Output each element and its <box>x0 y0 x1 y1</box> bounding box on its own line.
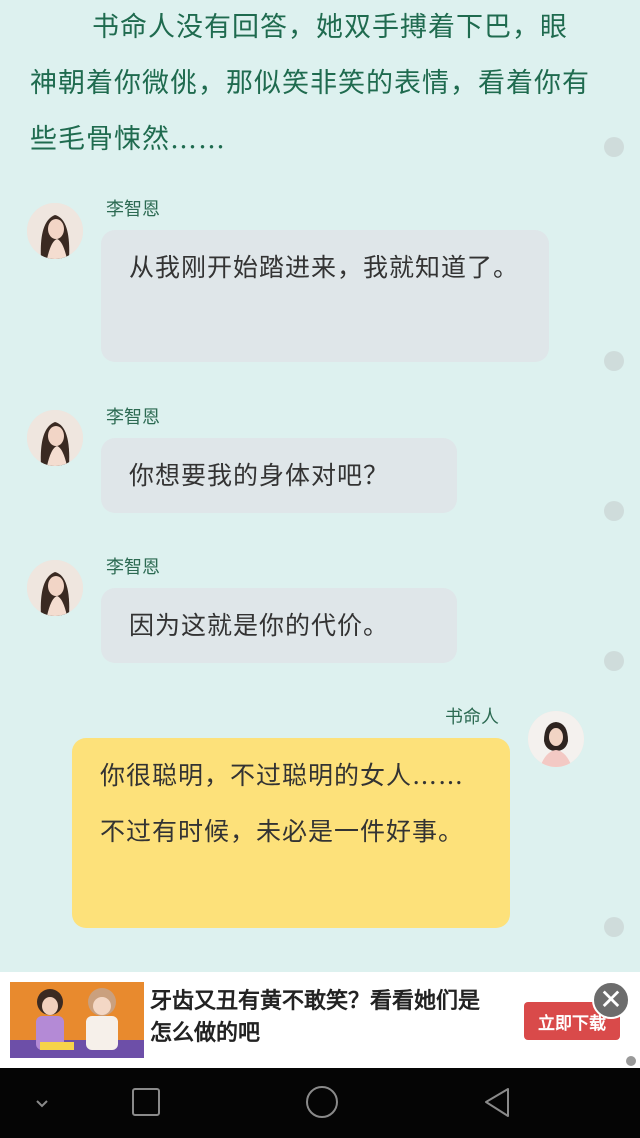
scroll-dot <box>604 917 624 937</box>
avatar-icon <box>27 410 83 466</box>
message-bubble[interactable]: 从我刚开始踏进来，我就知道了。 <box>101 230 549 362</box>
scroll-dot <box>604 501 624 521</box>
message-bubble[interactable]: 因为这就是你的代价。 <box>101 588 457 663</box>
back-triangle-icon[interactable] <box>478 1086 518 1120</box>
scroll-dot <box>604 651 624 671</box>
avatar-shumingren[interactable] <box>528 711 584 767</box>
avatar-lizhien[interactable] <box>27 410 83 466</box>
narration-text: 书命人没有回答，她双手搏着下巴，眼神朝着你微佻，那似笑非笑的表情，看着你有些毛骨… <box>30 12 590 155</box>
sender-name: 李智恩 <box>106 557 160 578</box>
ad-thumbnail <box>10 982 144 1058</box>
chevron-down-icon[interactable] <box>22 1086 62 1120</box>
avatar-lizhien[interactable] <box>27 560 83 616</box>
sender-name: 书命人 <box>445 707 499 728</box>
home-circle-icon[interactable] <box>302 1086 342 1120</box>
avatar-icon <box>528 711 584 767</box>
avatar-icon <box>27 203 83 259</box>
scroll-dot <box>604 137 624 157</box>
message-bubble[interactable]: 你想要我的身体对吧？ <box>101 438 457 513</box>
avatar-icon <box>27 560 83 616</box>
avatar-lizhien[interactable] <box>27 203 83 259</box>
ad-text[interactable]: 牙齿又丑有黄不敢笑？看看她们是怎么做的吧 <box>150 986 480 1050</box>
sender-name: 李智恩 <box>106 199 160 220</box>
overview-square-icon[interactable] <box>126 1086 166 1120</box>
ad-info-icon[interactable] <box>626 1056 636 1066</box>
close-icon[interactable]: ✕ <box>592 981 630 1019</box>
ad-banner[interactable]: 牙齿又丑有黄不敢笑？看看她们是怎么做的吧 立即下载 <box>0 972 640 1068</box>
message-bubble[interactable]: 你很聪明，不过聪明的女人……不过有时候，未必是一件好事。 <box>72 738 510 928</box>
system-navbar <box>0 1068 640 1138</box>
scroll-dot <box>604 351 624 371</box>
sender-name: 李智恩 <box>106 407 160 428</box>
